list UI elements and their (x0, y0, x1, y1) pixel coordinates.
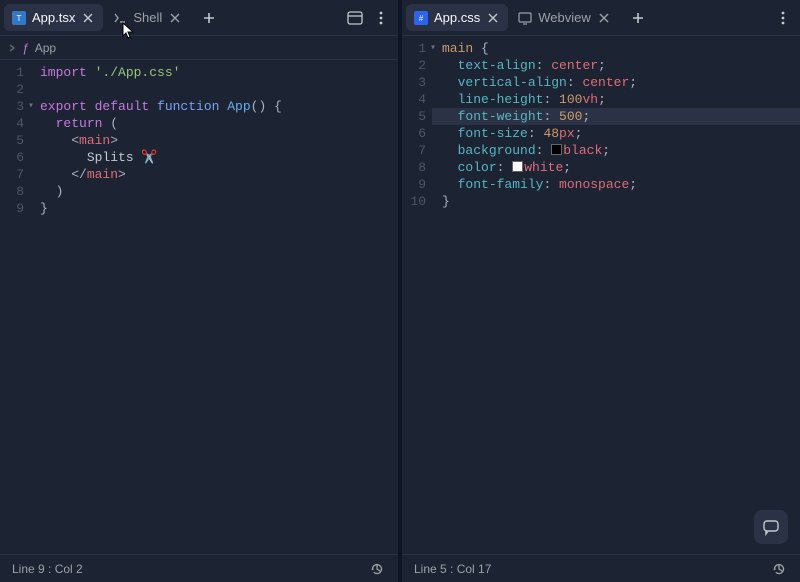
left-statusbar: Line 9 : Col 2 (0, 554, 398, 582)
panel-layout-button[interactable] (342, 5, 368, 31)
close-icon[interactable] (168, 11, 182, 25)
more-icon[interactable] (368, 5, 394, 31)
right-tabbar: # App.css Webview (402, 0, 800, 36)
history-icon[interactable] (770, 560, 788, 578)
more-icon[interactable] (770, 5, 796, 31)
cursor-position[interactable]: Line 5 : Col 17 (414, 562, 491, 576)
right-statusbar: Line 5 : Col 17 (402, 554, 800, 582)
tab-label: Webview (538, 10, 591, 25)
tab-webview[interactable]: Webview (510, 4, 619, 31)
left-tabbar: T App.tsx Shell (0, 0, 398, 36)
right-editor[interactable]: 1▾2345678910 main { text-align: center; … (402, 36, 800, 554)
function-icon: ƒ (22, 41, 29, 55)
left-pane: T App.tsx Shell (0, 0, 398, 582)
tab-app-tsx[interactable]: T App.tsx (4, 4, 103, 31)
chevron-right-icon (8, 41, 16, 55)
react-file-icon: T (12, 11, 26, 25)
right-gutter: 1▾2345678910 (402, 36, 432, 554)
cursor-position[interactable]: Line 9 : Col 2 (12, 562, 83, 576)
left-code[interactable]: import './App.css'export default functio… (30, 60, 398, 554)
tab-shell[interactable]: Shell (105, 4, 190, 31)
left-gutter: 123▾456789 (0, 60, 30, 554)
tab-label: App.css (434, 10, 480, 25)
new-tab-button[interactable] (625, 5, 651, 31)
breadcrumb-symbol: App (35, 41, 56, 55)
svg-text:#: # (419, 14, 424, 23)
new-tab-button[interactable] (196, 5, 222, 31)
svg-text:T: T (17, 14, 22, 23)
shell-icon (113, 11, 127, 25)
tab-label: Shell (133, 10, 162, 25)
chat-button[interactable] (754, 510, 788, 544)
close-icon[interactable] (597, 11, 611, 25)
webview-icon (518, 11, 532, 25)
breadcrumb[interactable]: ƒ App (0, 36, 398, 60)
tab-label: App.tsx (32, 10, 75, 25)
tab-app-css[interactable]: # App.css (406, 4, 508, 31)
left-editor[interactable]: 123▾456789 import './App.css'export defa… (0, 60, 398, 554)
right-pane: # App.css Webview 1▾2345678910 main { te… (402, 0, 800, 582)
css-file-icon: # (414, 11, 428, 25)
close-icon[interactable] (486, 11, 500, 25)
close-icon[interactable] (81, 11, 95, 25)
history-icon[interactable] (368, 560, 386, 578)
right-code[interactable]: main { text-align: center; vertical-alig… (432, 36, 800, 554)
